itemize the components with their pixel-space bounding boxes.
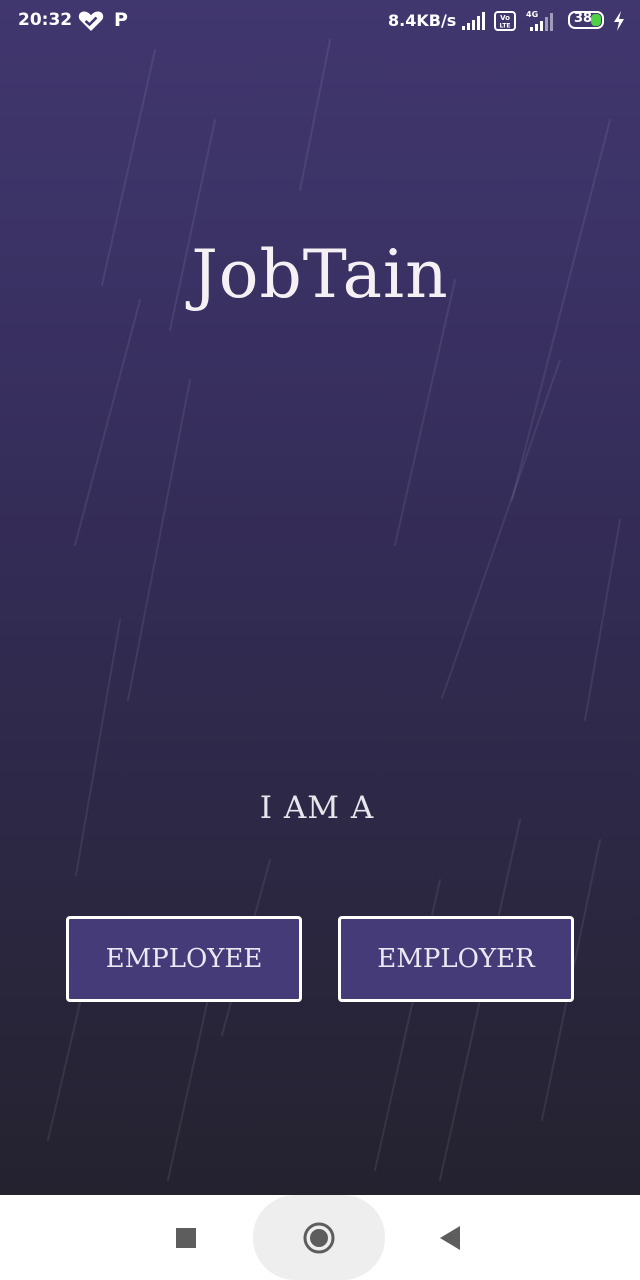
back-triangle-icon[interactable] bbox=[438, 1225, 462, 1251]
navigation-bar bbox=[0, 1195, 640, 1280]
svg-text:4G: 4G bbox=[526, 10, 538, 19]
role-prompt: I AM A bbox=[259, 790, 375, 826]
battery-fill bbox=[591, 14, 601, 26]
charging-bolt-icon bbox=[614, 11, 624, 31]
p-notification-icon: P bbox=[114, 9, 128, 31]
app-screen: 20:32 P 8.4KB/s Vo LTE 4G 38 JobTain I A… bbox=[0, 0, 640, 1280]
network-speed: 8.4KB/s bbox=[388, 11, 457, 30]
app-title: JobTain bbox=[191, 236, 449, 313]
volte-icon: Vo LTE bbox=[494, 11, 516, 31]
employer-button[interactable]: EMPLOYER bbox=[338, 916, 574, 1002]
recents-square-icon[interactable] bbox=[176, 1228, 196, 1248]
signal-icon bbox=[462, 12, 485, 30]
battery-icon: 38 bbox=[568, 11, 604, 29]
home-circle-icon[interactable] bbox=[303, 1222, 335, 1254]
heart-check-icon bbox=[78, 11, 104, 31]
svg-text:Vo: Vo bbox=[500, 14, 510, 22]
app-background bbox=[0, 0, 640, 1195]
employee-button[interactable]: EMPLOYEE bbox=[66, 916, 302, 1002]
status-bar: 20:32 P 8.4KB/s Vo LTE 4G 38 bbox=[0, 0, 640, 44]
rain-streaks-decoration bbox=[47, 39, 621, 1181]
4g-signal-icon: 4G bbox=[526, 10, 553, 31]
status-time: 20:32 bbox=[18, 10, 73, 30]
battery-level: 38 bbox=[574, 11, 593, 26]
svg-text:LTE: LTE bbox=[499, 23, 510, 30]
